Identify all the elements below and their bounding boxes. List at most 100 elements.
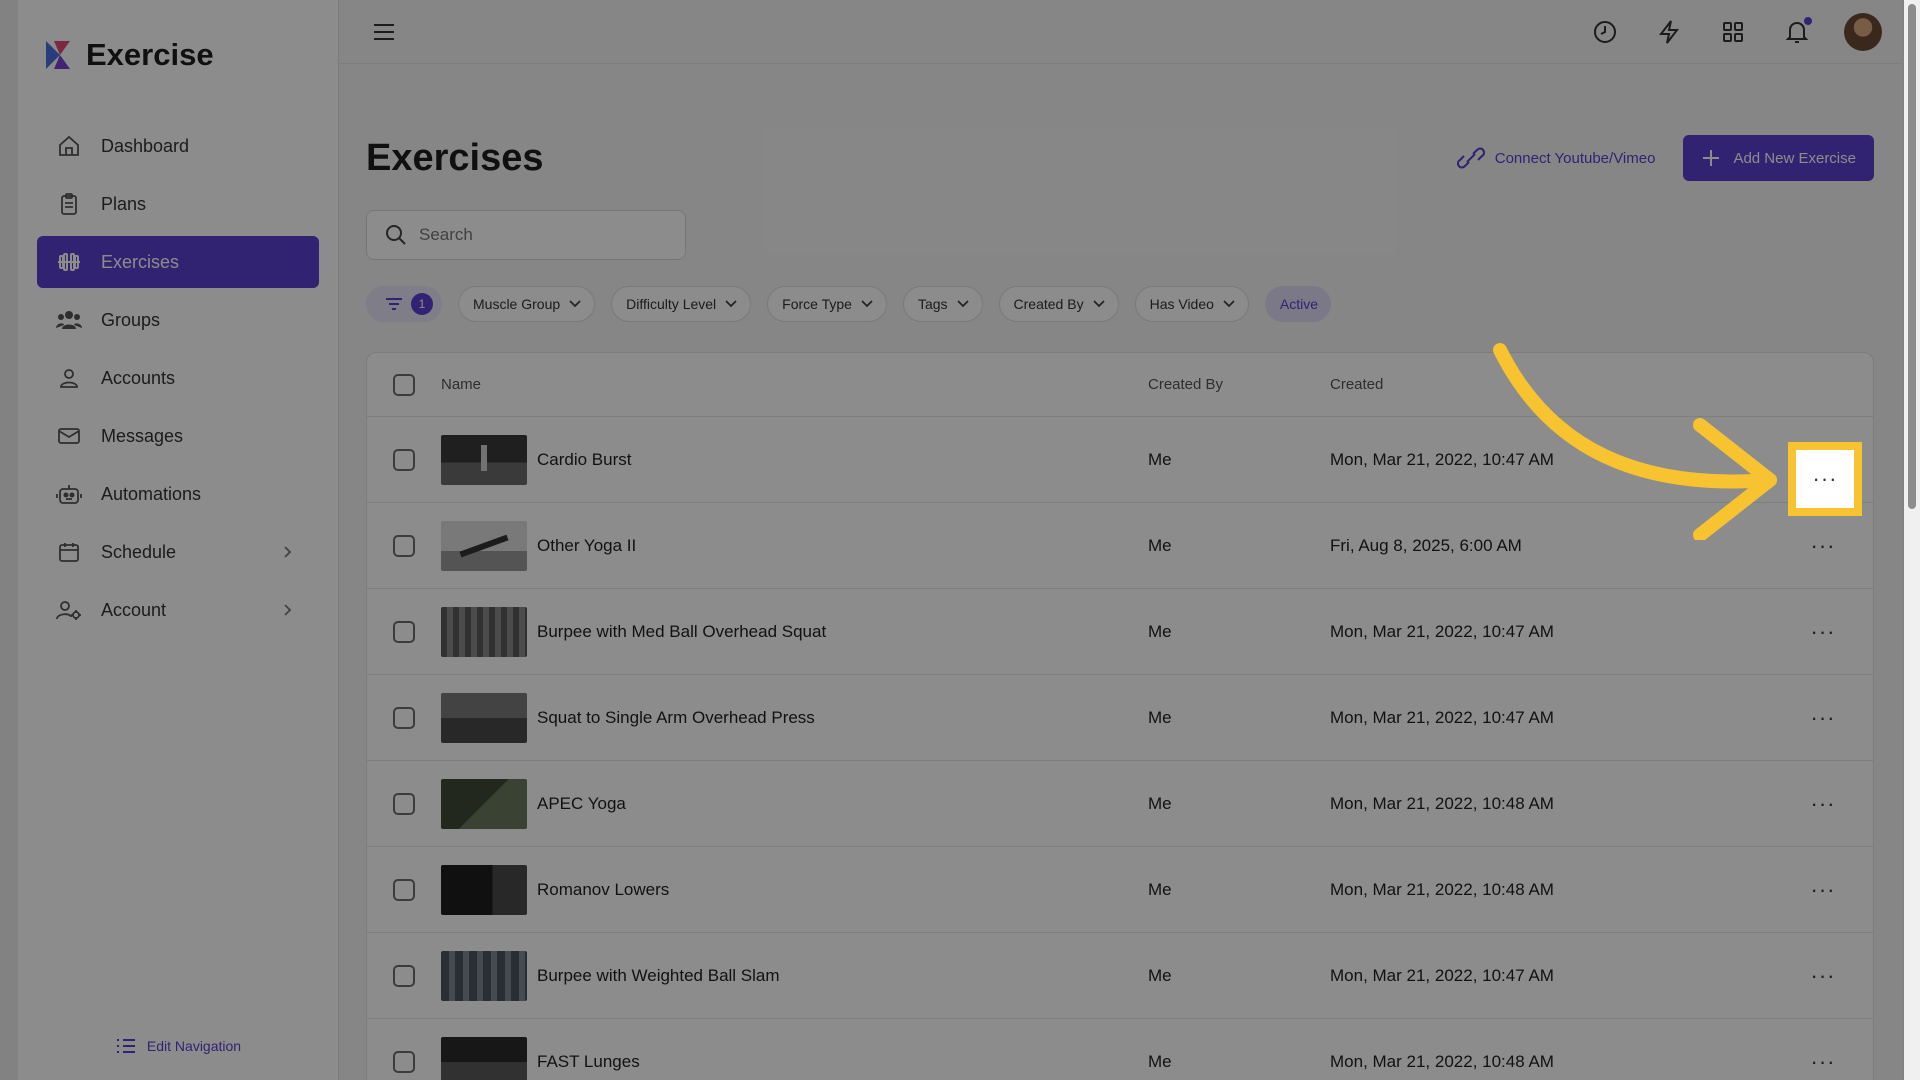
- exercise-thumbnail: [441, 693, 527, 743]
- sidebar-item-dashboard[interactable]: Dashboard: [37, 120, 319, 172]
- row-actions-button[interactable]: ···: [1811, 621, 1836, 643]
- page-title: Exercises: [366, 137, 544, 180]
- filter-icon: [385, 297, 403, 311]
- search-box: [366, 210, 686, 260]
- filter-label: Created By: [1014, 296, 1084, 312]
- row-checkbox[interactable]: [393, 621, 415, 643]
- grid-icon[interactable]: [1716, 15, 1750, 49]
- sidebar-item-account[interactable]: Account: [37, 584, 319, 636]
- exercise-thumbnail: [441, 435, 527, 485]
- created-cell: Mon, Mar 21, 2022, 10:47 AM: [1330, 966, 1730, 986]
- select-all-checkbox[interactable]: [393, 374, 415, 396]
- row-actions-button[interactable]: ···: [1811, 793, 1836, 815]
- exercise-name[interactable]: Burpee with Med Ball Overhead Squat: [537, 622, 826, 642]
- row-checkbox[interactable]: [393, 879, 415, 901]
- app-name: Exercise: [86, 37, 214, 73]
- sidebar-item-messages[interactable]: Messages: [37, 410, 319, 462]
- sidebar-item-label: Plans: [101, 194, 146, 215]
- column-header-name[interactable]: Name: [441, 376, 1148, 393]
- filter-toggle-button[interactable]: 1: [366, 286, 442, 322]
- exercise-thumbnail: [441, 951, 527, 1001]
- filter-label: Muscle Group: [473, 296, 560, 312]
- scrollbar[interactable]: [1904, 0, 1920, 1080]
- created-cell: Mon, Mar 21, 2022, 10:47 AM: [1330, 622, 1730, 642]
- connect-youtube-vimeo-link[interactable]: Connect Youtube/Vimeo: [1457, 146, 1656, 170]
- avatar[interactable]: [1844, 13, 1882, 51]
- row-checkbox[interactable]: [393, 449, 415, 471]
- filter-label: Tags: [918, 296, 948, 312]
- clock-icon[interactable]: [1588, 15, 1622, 49]
- pointer-arrow-annotation: [1490, 340, 1780, 540]
- bell-icon[interactable]: [1780, 15, 1814, 49]
- filter-bar: 1 Muscle Group Difficulty Level Force Ty…: [366, 286, 1874, 322]
- highlighted-row-actions-button[interactable]: ···: [1788, 442, 1862, 516]
- row-checkbox[interactable]: [393, 707, 415, 729]
- search-input[interactable]: [419, 225, 659, 245]
- row-checkbox[interactable]: [393, 793, 415, 815]
- exercise-name[interactable]: Romanov Lowers: [537, 880, 669, 900]
- exercise-name[interactable]: Other Yoga II: [537, 536, 636, 556]
- table-row[interactable]: Burpee with Weighted Ball Slam Me Mon, M…: [367, 933, 1873, 1019]
- exercise-thumbnail: [441, 865, 527, 915]
- created-by-cell: Me: [1148, 966, 1330, 986]
- sidebar-item-label: Messages: [101, 426, 183, 447]
- sidebar-item-plans[interactable]: Plans: [37, 178, 319, 230]
- sidebar-item-groups[interactable]: Groups: [37, 294, 319, 346]
- mail-icon: [55, 422, 83, 450]
- filter-count-badge: 1: [411, 293, 433, 315]
- chevron-down-icon: [956, 299, 970, 309]
- scrollbar-thumb[interactable]: [1908, 4, 1916, 509]
- sidebar-item-label: Accounts: [101, 368, 175, 389]
- column-header-created-by[interactable]: Created By: [1148, 376, 1330, 393]
- row-checkbox[interactable]: [393, 1051, 415, 1073]
- more-icon: ···: [1813, 468, 1838, 490]
- created-by-cell: Me: [1148, 450, 1330, 470]
- row-actions-button[interactable]: ···: [1811, 1051, 1836, 1073]
- created-by-cell: Me: [1148, 708, 1330, 728]
- connect-youtube-vimeo-label: Connect Youtube/Vimeo: [1495, 150, 1656, 167]
- exercise-thumbnail: [441, 1037, 527, 1080]
- row-checkbox[interactable]: [393, 535, 415, 557]
- add-new-exercise-button[interactable]: Add New Exercise: [1683, 135, 1874, 181]
- sidebar-item-label: Groups: [101, 310, 160, 331]
- row-actions-button[interactable]: ···: [1811, 707, 1836, 729]
- edit-navigation-link[interactable]: Edit Navigation: [18, 1036, 338, 1056]
- table-row[interactable]: Burpee with Med Ball Overhead Squat Me M…: [367, 589, 1873, 675]
- table-row[interactable]: FAST Lunges Me Mon, Mar 21, 2022, 10:48 …: [367, 1019, 1873, 1080]
- exercise-name[interactable]: Cardio Burst: [537, 450, 631, 470]
- sidebar-item-automations[interactable]: Automations: [37, 468, 319, 520]
- table-row[interactable]: APEC Yoga Me Mon, Mar 21, 2022, 10:48 AM…: [367, 761, 1873, 847]
- menu-icon[interactable]: [367, 15, 401, 49]
- sidebar-item-label: Dashboard: [101, 136, 189, 157]
- filter-active[interactable]: Active: [1265, 286, 1331, 322]
- created-by-cell: Me: [1148, 622, 1330, 642]
- exercise-name[interactable]: Squat to Single Arm Overhead Press: [537, 708, 815, 728]
- filter-difficulty-level[interactable]: Difficulty Level: [611, 286, 751, 322]
- notification-dot: [1804, 17, 1812, 25]
- sidebar-item-schedule[interactable]: Schedule: [37, 526, 319, 578]
- bolt-icon[interactable]: [1652, 15, 1686, 49]
- filter-tags[interactable]: Tags: [903, 286, 983, 322]
- created-cell: Mon, Mar 21, 2022, 10:47 AM: [1330, 708, 1730, 728]
- row-actions-button[interactable]: ···: [1811, 535, 1836, 557]
- filter-muscle-group[interactable]: Muscle Group: [458, 286, 595, 322]
- row-actions-button[interactable]: ···: [1811, 879, 1836, 901]
- sidebar-item-exercises[interactable]: Exercises: [37, 236, 319, 288]
- table-row[interactable]: Romanov Lowers Me Mon, Mar 21, 2022, 10:…: [367, 847, 1873, 933]
- filter-has-video[interactable]: Has Video: [1135, 286, 1249, 322]
- exercise-thumbnail: [441, 521, 527, 571]
- exercise-name[interactable]: Burpee with Weighted Ball Slam: [537, 966, 780, 986]
- created-cell: Mon, Mar 21, 2022, 10:48 AM: [1330, 794, 1730, 814]
- table-row[interactable]: Squat to Single Arm Overhead Press Me Mo…: [367, 675, 1873, 761]
- row-actions-button[interactable]: ···: [1811, 965, 1836, 987]
- row-checkbox[interactable]: [393, 965, 415, 987]
- filter-force-type[interactable]: Force Type: [767, 286, 887, 322]
- sidebar-item-label: Exercises: [101, 252, 179, 273]
- filter-created-by[interactable]: Created By: [999, 286, 1119, 322]
- exercise-name[interactable]: FAST Lunges: [537, 1052, 640, 1072]
- sidebar-nav: Dashboard Plans Exercises Groups: [18, 120, 338, 636]
- created-by-cell: Me: [1148, 1052, 1330, 1072]
- exercise-name[interactable]: APEC Yoga: [537, 794, 626, 814]
- chevron-down-icon: [724, 299, 738, 309]
- sidebar-item-accounts[interactable]: Accounts: [37, 352, 319, 404]
